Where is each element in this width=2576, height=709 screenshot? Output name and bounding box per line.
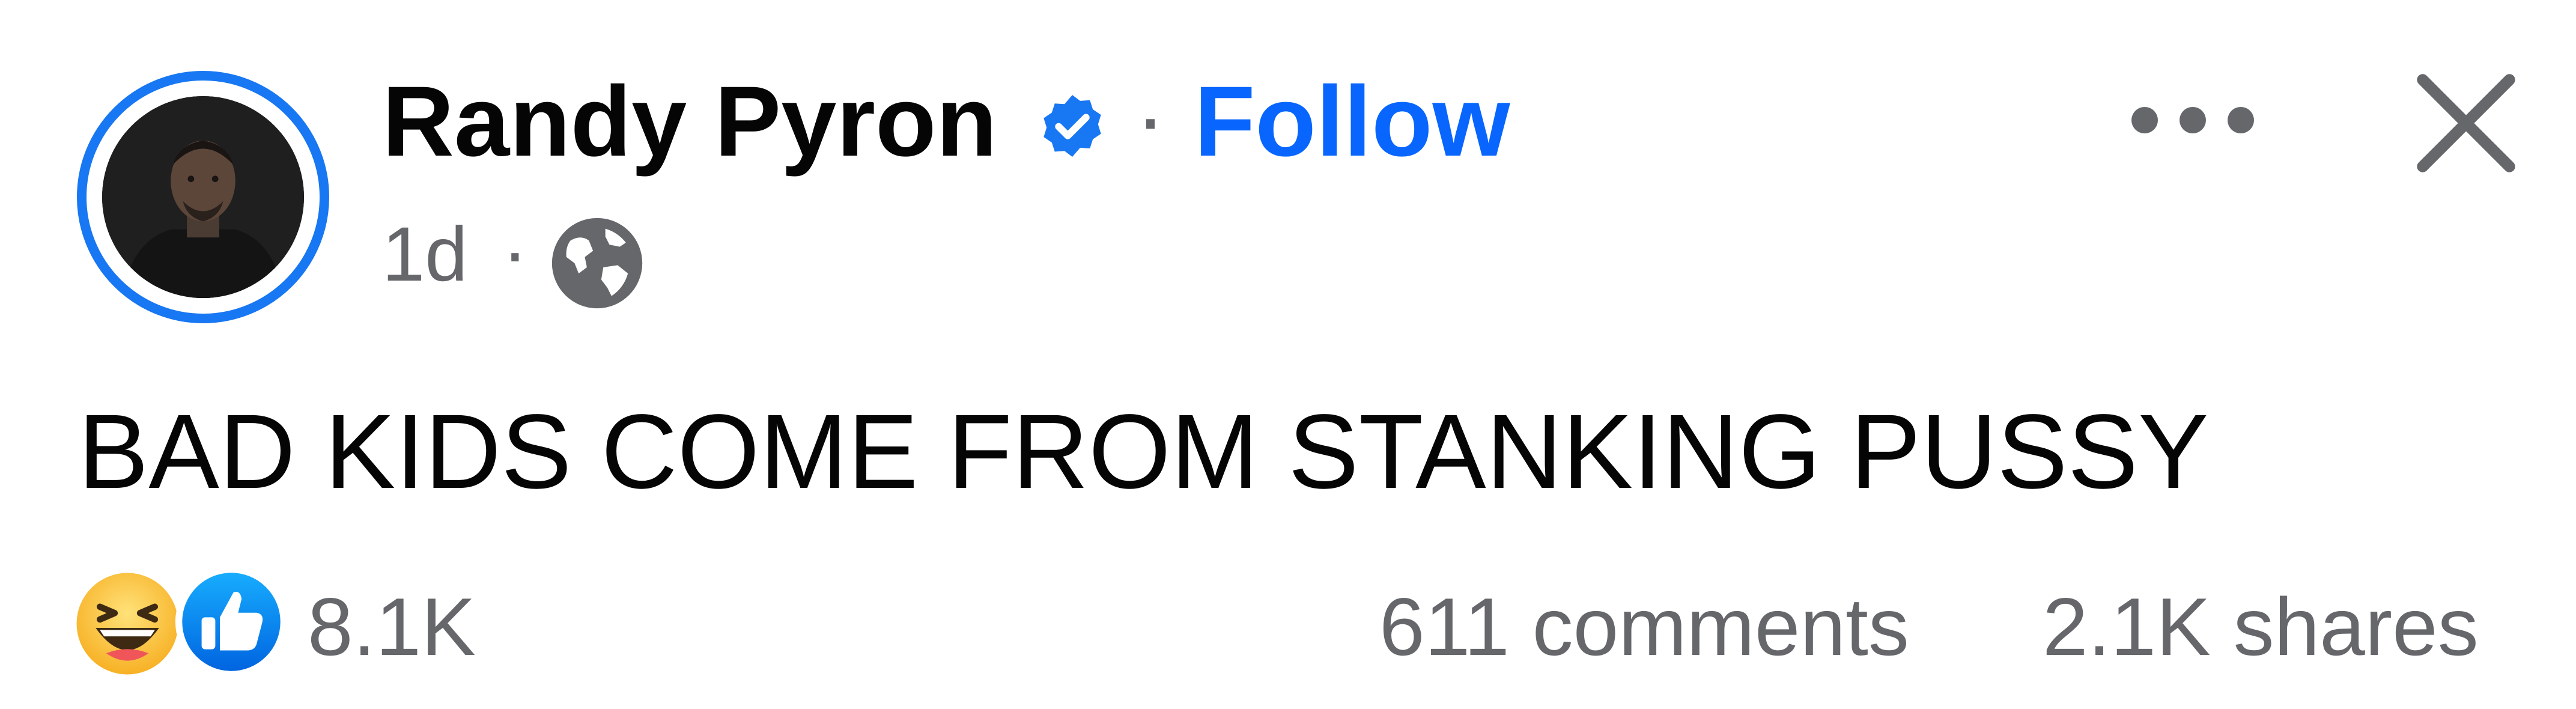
- avatar-image: [102, 96, 304, 298]
- comments-count[interactable]: 611 comments: [1379, 586, 1909, 668]
- verified-badge-icon: [1043, 95, 1101, 157]
- header-separator: ·: [1135, 67, 1165, 168]
- post-timestamp[interactable]: 1d: [382, 216, 467, 293]
- author-name[interactable]: Randy Pyron: [382, 72, 997, 172]
- post-text: BAD KIDS COME FROM STANKING PUSSY: [78, 393, 2209, 511]
- reaction-count[interactable]: 8.1K: [308, 586, 476, 668]
- avatar[interactable]: [102, 96, 304, 298]
- follow-button[interactable]: Follow: [1194, 72, 1510, 172]
- like-reaction-icon[interactable]: [174, 565, 288, 679]
- globe-icon: [551, 218, 643, 309]
- timestamp-separator: ·: [502, 209, 528, 295]
- shares-count[interactable]: 2.1K shares: [2043, 586, 2479, 668]
- close-icon[interactable]: [2409, 66, 2523, 180]
- more-options-icon[interactable]: [2127, 96, 2259, 144]
- haha-reaction-icon[interactable]: [74, 571, 180, 677]
